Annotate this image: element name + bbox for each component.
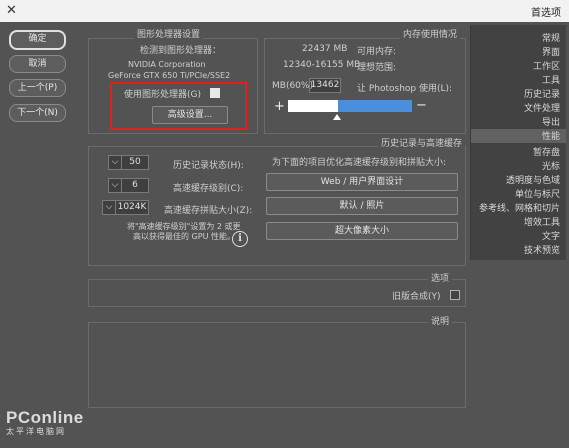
- history-states-label: 历史记录状态(H):: [173, 161, 244, 171]
- memory-amount-input[interactable]: 13462: [309, 78, 341, 93]
- sidebar-item-plugins[interactable]: 增效工具: [524, 215, 560, 228]
- sidebar-item-guides-grid[interactable]: 参考线、网格和切片: [479, 201, 560, 214]
- available-memory-label: 可用内存:: [357, 47, 397, 57]
- history-states-input[interactable]: 50: [122, 155, 149, 170]
- logo-brand: PConline: [6, 408, 84, 427]
- huge-pixel-button[interactable]: 超大像素大小: [266, 222, 458, 240]
- cache-levels-arrow-icon[interactable]: ⌵: [108, 178, 122, 193]
- web-ui-design-button[interactable]: Web / 用户界面设计: [266, 173, 458, 191]
- memory-unit-label: MB(60%): [272, 81, 313, 91]
- tile-size-arrow-icon[interactable]: ⌵: [102, 200, 116, 215]
- title-bar: ✕ 首选项: [0, 0, 569, 23]
- sidebar-item-type[interactable]: 文字: [542, 229, 560, 242]
- legacy-compositing-checkbox[interactable]: [450, 290, 460, 300]
- ideal-range-label: 理想范围:: [357, 63, 397, 73]
- sidebar-item-units-rulers[interactable]: 单位与标尺: [515, 187, 560, 200]
- cache-tile-size-label: 高速缓存拼贴大小(Z):: [164, 206, 253, 216]
- sidebar-item-cursors[interactable]: 光标: [542, 159, 560, 172]
- available-memory-value: 22437 MB: [302, 44, 348, 54]
- window-title: 首选项: [531, 8, 561, 19]
- pconline-logo: PConline 太平洋电脑网: [6, 408, 84, 437]
- previous-button[interactable]: 上一个(P): [9, 79, 66, 97]
- ok-button[interactable]: 确定: [9, 30, 66, 50]
- cancel-button[interactable]: 取消: [9, 55, 66, 73]
- slider-handle-icon[interactable]: [333, 114, 341, 120]
- history-states-arrow-icon[interactable]: ⌵: [108, 155, 122, 170]
- close-icon[interactable]: ✕: [6, 3, 17, 18]
- sidebar-item-history-log[interactable]: 历史记录: [524, 87, 560, 100]
- cache-note-line2: 高以获得最佳的 GPU 性能。: [133, 232, 235, 241]
- gpu-group-title: 图形处理器设置: [134, 27, 204, 40]
- gpu-vendor: NVIDIA Corporation: [128, 60, 206, 69]
- sidebar-item-transparency[interactable]: 透明度与色域: [506, 173, 560, 186]
- use-gpu-checkbox[interactable]: [210, 88, 220, 98]
- tile-size-select[interactable]: 1024K: [116, 200, 149, 215]
- description-group: [88, 322, 466, 408]
- sidebar-item-export[interactable]: 导出: [542, 115, 560, 128]
- category-sidebar: 常规 界面 工作区 工具 历史记录 文件处理 导出 性能 暂存盘 光标 透明度与…: [470, 25, 566, 260]
- memory-slider-free: [288, 100, 338, 112]
- ideal-range-value: 12340-16155 MB: [283, 60, 361, 70]
- sidebar-item-tools[interactable]: 工具: [542, 73, 560, 86]
- sidebar-item-interface[interactable]: 界面: [542, 45, 560, 58]
- let-photoshop-use-label: 让 Photoshop 使用(L):: [357, 84, 453, 94]
- plus-icon[interactable]: +: [274, 99, 285, 114]
- history-group-title: 历史记录与高速缓存: [378, 136, 466, 149]
- memory-group-title: 内存使用情况: [400, 27, 461, 40]
- gpu-detected-label: 检测到图形处理器：: [140, 46, 222, 56]
- options-group-title: 选项: [428, 271, 453, 284]
- optimize-cache-label: 为下面的项目优化高速缓存级别和拼贴大小:: [272, 158, 447, 168]
- gpu-model: GeForce GTX 650 Ti/PCIe/SSE2: [108, 71, 231, 80]
- cache-levels-input[interactable]: 6: [122, 178, 149, 193]
- sidebar-item-tech-previews[interactable]: 技术预览: [524, 243, 560, 256]
- sidebar-item-scratch-disks[interactable]: 暂存盘: [533, 145, 560, 158]
- default-photos-button[interactable]: 默认 / 照片: [266, 197, 458, 215]
- next-button[interactable]: 下一个(N): [9, 104, 66, 122]
- legacy-compositing-label: 旧版合成(Y): [392, 292, 441, 302]
- cache-levels-label: 高速缓存级别(C):: [173, 184, 244, 194]
- description-group-title: 说明: [428, 314, 453, 327]
- info-icon: i: [232, 231, 248, 247]
- sidebar-item-workspace[interactable]: 工作区: [533, 59, 560, 72]
- use-gpu-label: 使用图形处理器(G): [124, 90, 201, 100]
- sidebar-item-file-handling[interactable]: 文件处理: [524, 101, 560, 114]
- minus-icon[interactable]: −: [416, 98, 427, 113]
- memory-slider-used[interactable]: [338, 100, 412, 112]
- sidebar-item-performance[interactable]: 性能: [471, 129, 566, 143]
- sidebar-item-general[interactable]: 常规: [542, 31, 560, 44]
- advanced-settings-button[interactable]: 高级设置...: [152, 106, 228, 124]
